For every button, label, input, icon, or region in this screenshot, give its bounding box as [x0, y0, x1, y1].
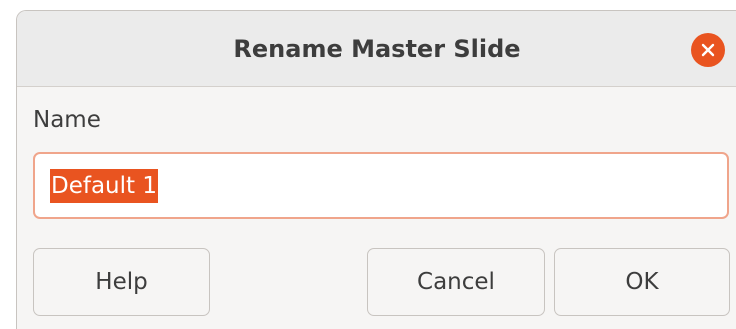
close-button[interactable] [691, 33, 725, 67]
name-label: Name [33, 107, 101, 133]
name-input-value: Default 1 [50, 168, 158, 203]
ok-button[interactable]: OK [554, 248, 730, 316]
cancel-button[interactable]: Cancel [367, 248, 545, 316]
name-input[interactable]: Default 1 [33, 152, 729, 219]
close-icon [701, 43, 715, 57]
rename-master-slide-dialog: Rename Master Slide Name Default 1 Help … [16, 10, 736, 329]
dialog-titlebar: Rename Master Slide [17, 11, 736, 87]
help-button[interactable]: Help [33, 248, 210, 316]
dialog-title: Rename Master Slide [233, 35, 521, 63]
